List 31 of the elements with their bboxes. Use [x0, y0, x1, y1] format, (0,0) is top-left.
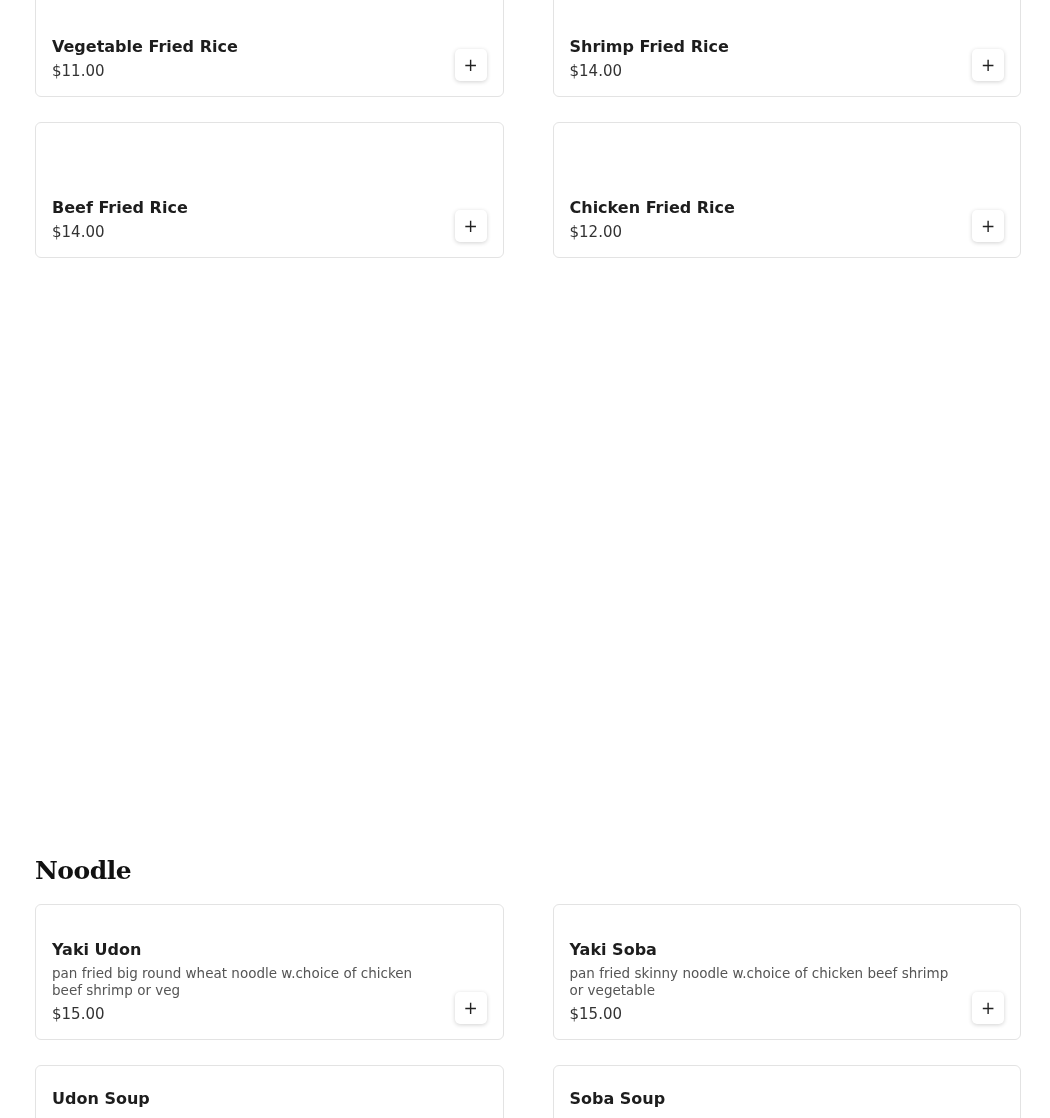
add-button[interactable]: +	[972, 210, 1004, 242]
item-name: Yaki Soba	[569, 940, 658, 959]
add-button[interactable]: +	[454, 210, 487, 242]
item-name: Soba Soup	[569, 1089, 667, 1108]
add-button[interactable]: +	[972, 992, 1004, 1024]
menu-item-card[interactable]: Vegetable Fried Rice $11.00 +	[35, 0, 504, 97]
item-name: Shrimp Fried Rice	[569, 37, 730, 56]
item-price: $14.00	[52, 223, 106, 241]
item-name: Yaki Udon	[52, 940, 143, 959]
item-name: Chicken Fried Rice	[569, 198, 736, 217]
item-price: $15.00	[52, 1005, 106, 1023]
item-price: $12.00	[569, 223, 623, 241]
add-button[interactable]: +	[972, 49, 1004, 81]
item-name: Vegetable Fried Rice	[52, 37, 239, 56]
section-heading: Noodle	[35, 856, 133, 885]
item-price: $15.00	[569, 1005, 623, 1023]
item-price: $11.00	[52, 62, 106, 80]
menu-item-card[interactable]: Yaki Soba pan fried skinny noodle w.choice of chicken beef shrimp or vegetable $15.00 +	[552, 904, 1021, 1040]
item-name: Beef Fried Rice	[52, 198, 189, 217]
item-description: pan fried big round wheat noodle w.choice of chicken beef shrimp or veg	[52, 965, 414, 999]
item-price: $14.00	[569, 62, 623, 80]
menu-item-card[interactable]: Beef Fried Rice $14.00 +	[35, 122, 504, 258]
menu-item-card[interactable]: Soba Soup	[552, 1065, 1021, 1118]
item-description: pan fried skinny noodle w.choice of chicken beef shrimp or vegetable	[569, 965, 950, 999]
menu-item-card[interactable]: Chicken Fried Rice $12.00 +	[552, 122, 1021, 258]
menu-item-card[interactable]: Shrimp Fried Rice $14.00 +	[552, 0, 1021, 97]
menu-item-card[interactable]: Udon Soup	[35, 1065, 504, 1118]
add-button[interactable]: +	[454, 992, 487, 1024]
add-button[interactable]: +	[454, 49, 487, 81]
menu-item-card[interactable]: Yaki Udon pan fried big round wheat noodle w.choice of chicken beef shrimp or veg $15.00 +	[35, 904, 504, 1040]
item-name: Udon Soup	[52, 1089, 151, 1108]
